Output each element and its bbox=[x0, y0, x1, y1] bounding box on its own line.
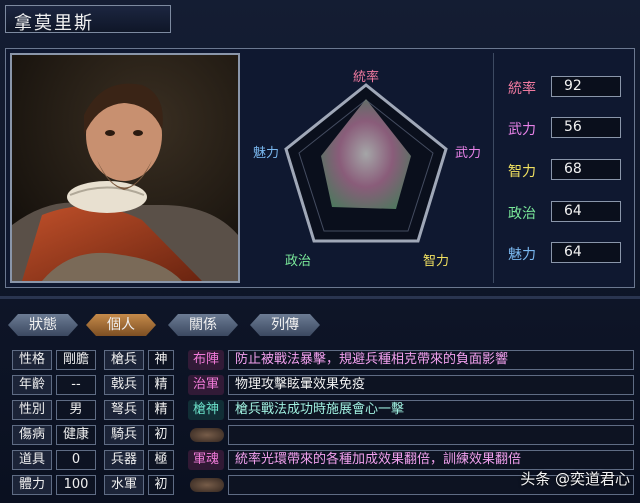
troop-rank: 精 bbox=[148, 400, 174, 420]
skill-description: 防止被戰法暴擊，規避兵種相克帶來的負面影響 bbox=[228, 350, 634, 370]
tab-relations[interactable]: 關係 bbox=[168, 314, 238, 336]
troop-rank: 初 bbox=[148, 475, 174, 495]
stat-value: 92 bbox=[551, 76, 621, 97]
troop-label: 水軍 bbox=[104, 475, 144, 495]
radar-chart: 統率 武力 智力 政治 魅力 bbox=[253, 69, 481, 269]
radar-label-war: 武力 bbox=[455, 146, 481, 161]
attribute-list: 統率 92 武力 56 智力 68 政治 64 魅力 64 bbox=[493, 53, 634, 283]
character-portrait bbox=[10, 53, 240, 283]
troop-rank: 初 bbox=[148, 425, 174, 445]
radar-label-charm: 魅力 bbox=[253, 146, 279, 161]
stat-row-war: 武力 56 bbox=[508, 117, 624, 139]
character-name-box: 拿莫里斯 bbox=[5, 5, 171, 34]
character-name: 拿莫里斯 bbox=[14, 13, 94, 34]
radar-label-intel: 智力 bbox=[423, 254, 449, 269]
stat-row-charm: 魅力 64 bbox=[508, 242, 624, 264]
empty-skill-slot bbox=[190, 428, 224, 442]
watermark: 头条 @奕道君心 bbox=[520, 470, 630, 488]
profile-label: 性格 bbox=[12, 350, 52, 370]
stat-row-pol: 政治 64 bbox=[508, 201, 624, 223]
stat-label: 政治 bbox=[508, 206, 536, 222]
troop-rank: 極 bbox=[148, 450, 174, 470]
troop-rank: 精 bbox=[148, 375, 174, 395]
stat-value: 56 bbox=[551, 117, 621, 138]
troop-label: 弩兵 bbox=[104, 400, 144, 420]
stat-row-lead: 統率 92 bbox=[508, 76, 624, 98]
troop-rank: 神 bbox=[148, 350, 174, 370]
profile-label: 性別 bbox=[12, 400, 52, 420]
profile-label: 體力 bbox=[12, 475, 52, 495]
profile-value: 剛膽 bbox=[56, 350, 96, 370]
skill-description-empty bbox=[228, 425, 634, 445]
stat-value: 68 bbox=[551, 159, 621, 180]
tab-personal[interactable]: 個人 bbox=[86, 314, 156, 336]
skill-description: 統率光環帶來的各種加成效果翻倍，訓練效果翻倍 bbox=[228, 450, 634, 470]
skill-name[interactable]: 槍神 bbox=[188, 400, 224, 420]
troop-label: 槍兵 bbox=[104, 350, 144, 370]
skill-name[interactable]: 布陣 bbox=[188, 350, 224, 370]
troop-label: 騎兵 bbox=[104, 425, 144, 445]
stat-label: 智力 bbox=[508, 164, 536, 180]
stat-value: 64 bbox=[551, 242, 621, 263]
section-divider bbox=[0, 296, 640, 299]
profile-value: -- bbox=[56, 375, 96, 395]
profile-label: 年齡 bbox=[12, 375, 52, 395]
troop-label: 戟兵 bbox=[104, 375, 144, 395]
attribute-radar: 統率 武力 智力 政治 魅力 bbox=[246, 53, 486, 283]
stat-value: 64 bbox=[551, 201, 621, 222]
skill-description: 槍兵戰法成功時施展會心一擊 bbox=[228, 400, 634, 420]
profile-value: 0 bbox=[56, 450, 96, 470]
profile-value: 男 bbox=[56, 400, 96, 420]
portrait-image bbox=[12, 55, 238, 281]
stat-label: 統率 bbox=[508, 81, 536, 97]
radar-label-pol: 政治 bbox=[285, 254, 311, 269]
stat-label: 魅力 bbox=[508, 247, 536, 263]
profile-label: 傷病 bbox=[12, 425, 52, 445]
empty-skill-slot bbox=[190, 478, 224, 492]
stat-row-intel: 智力 68 bbox=[508, 159, 624, 181]
profile-value: 健康 bbox=[56, 425, 96, 445]
tab-status[interactable]: 狀態 bbox=[8, 314, 78, 336]
skill-name[interactable]: 軍魂 bbox=[188, 450, 224, 470]
profile-value: 100 bbox=[56, 475, 96, 495]
tab-biography[interactable]: 列傳 bbox=[250, 314, 320, 336]
skill-description: 物理攻擊眩暈效果免疫 bbox=[228, 375, 634, 395]
troop-label: 兵器 bbox=[104, 450, 144, 470]
skill-name[interactable]: 治軍 bbox=[188, 375, 224, 395]
radar-label-lead: 統率 bbox=[353, 69, 379, 85]
stat-label: 武力 bbox=[508, 122, 536, 138]
profile-label: 道具 bbox=[12, 450, 52, 470]
